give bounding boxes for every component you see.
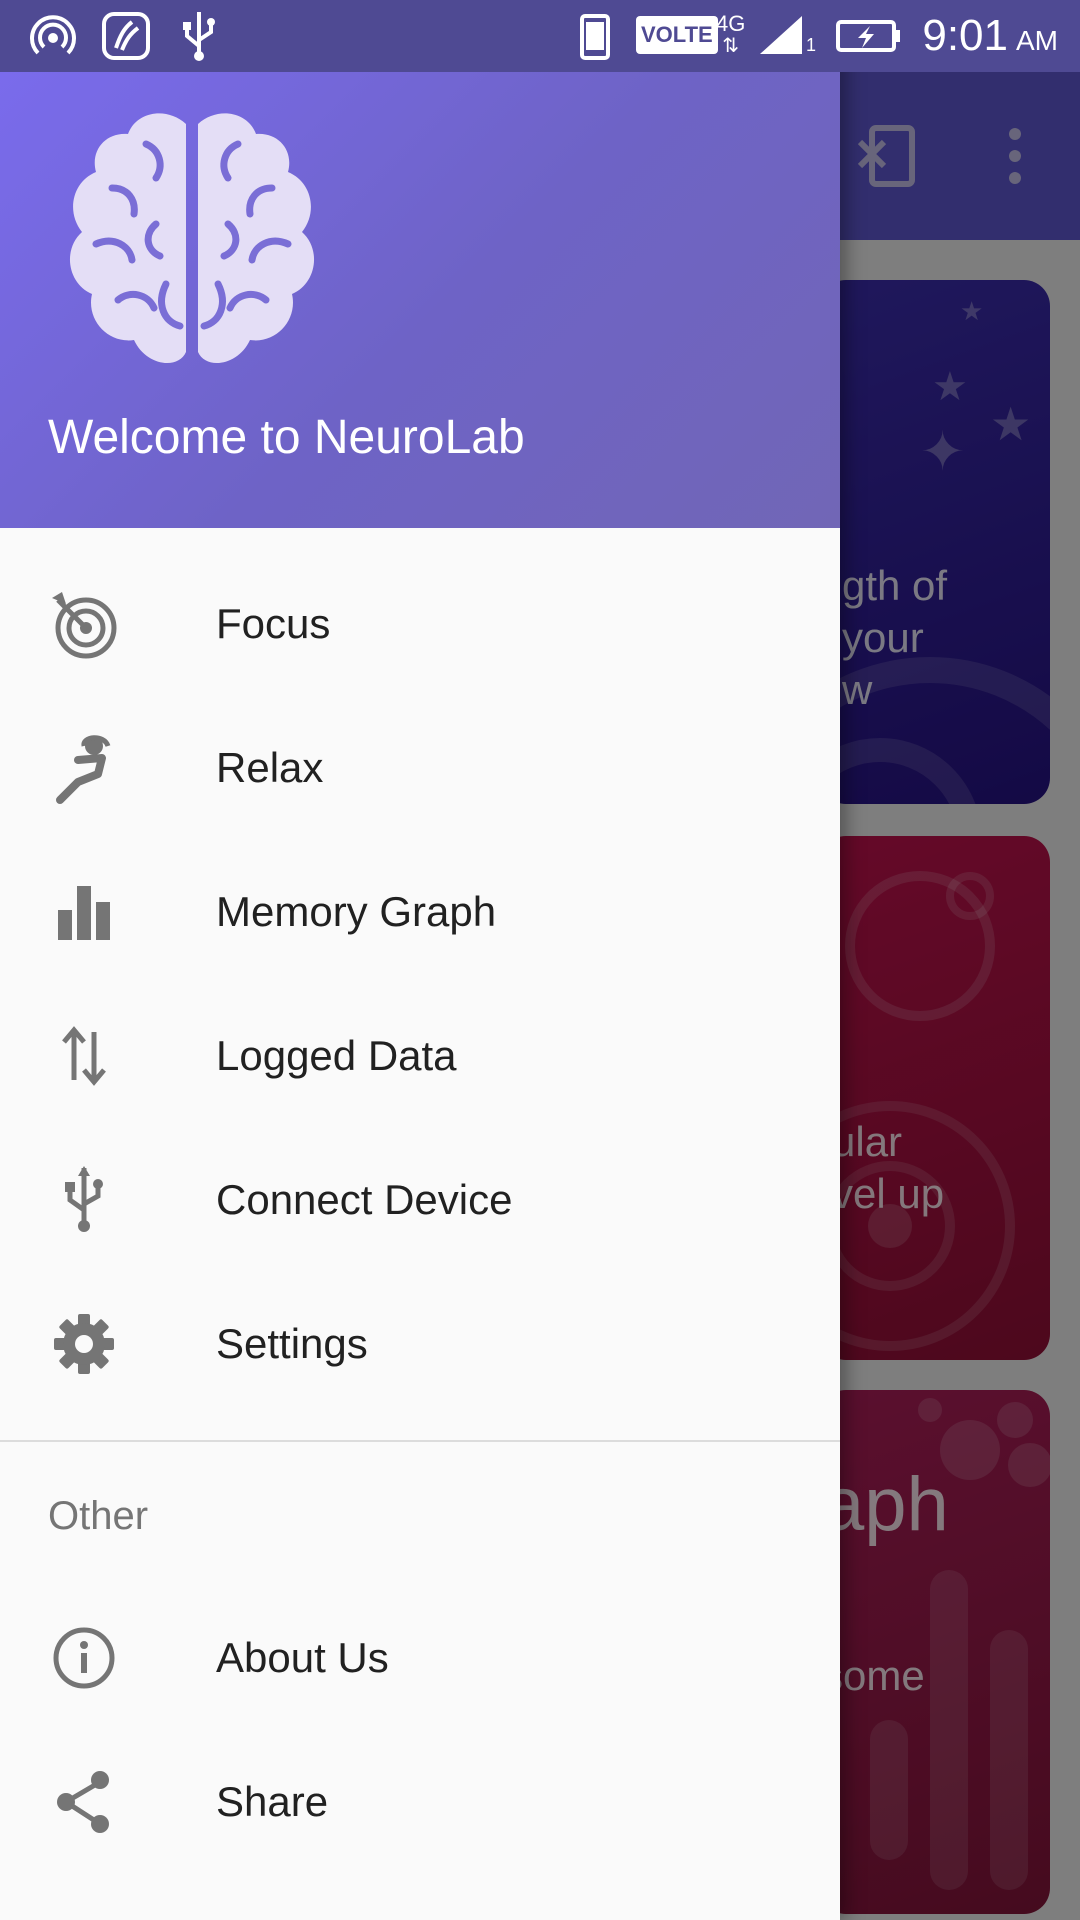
target-icon: [48, 588, 120, 660]
menu-item-label: Share: [216, 1778, 329, 1825]
menu-item-memory-graph[interactable]: Memory Graph: [0, 840, 840, 984]
menu-item-label: Memory Graph: [216, 888, 497, 935]
navigation-drawer: Welcome to NeuroLab Focus Relax Memory G…: [0, 0, 840, 1920]
menu-item-label: Relax: [216, 744, 324, 791]
menu-item-label: Logged Data: [216, 1032, 457, 1079]
signal-icon: [760, 16, 802, 54]
swap-vertical-icon: [48, 1020, 120, 1092]
drawer-welcome-title: Welcome to NeuroLab: [48, 411, 525, 464]
gear-icon: [48, 1308, 120, 1380]
sim-slot: 1: [806, 34, 817, 55]
menu-item-focus[interactable]: Focus: [0, 552, 840, 696]
clock-ampm: AM: [1016, 25, 1058, 56]
menu-item-label: About Us: [216, 1634, 389, 1681]
data-arrows-icon: ⇅: [722, 35, 740, 57]
clock-time: 9:01: [922, 11, 1008, 60]
menu-item-label: Settings: [216, 1320, 368, 1367]
menu-item-label: Focus: [216, 600, 331, 647]
menu-item-share[interactable]: Share: [0, 1730, 840, 1874]
menu-item-connect-device[interactable]: Connect Device: [0, 1128, 840, 1272]
usb-icon: [48, 1164, 120, 1236]
menu-item-logged-data[interactable]: Logged Data: [0, 984, 840, 1128]
usb-icon: [183, 12, 215, 61]
battery-charging-icon: [836, 20, 900, 52]
saavn-icon: [102, 12, 150, 60]
brain-icon: [69, 113, 315, 364]
drawer-divider: [0, 1440, 840, 1442]
share-icon: [48, 1766, 120, 1838]
menu-item-label: Connect Device: [216, 1176, 513, 1223]
menu-item-about-us[interactable]: About Us: [0, 1586, 840, 1730]
drawer-header: Welcome to NeuroLab: [0, 0, 840, 528]
network-type: 4G: [716, 11, 746, 36]
volte-text: VOLTE: [641, 22, 713, 47]
menu-item-settings[interactable]: Settings: [0, 1272, 840, 1416]
relax-icon: [48, 732, 120, 804]
bar-chart-icon: [48, 876, 120, 948]
volte-icon: VOLTE: [636, 16, 718, 54]
menu-item-relax[interactable]: Relax: [0, 696, 840, 840]
section-header-other: Other: [48, 1494, 149, 1538]
info-icon: [48, 1622, 120, 1694]
4g-icon: 4G ⇅: [716, 12, 745, 58]
phone-icon: [580, 14, 610, 60]
status-bar: VOLTE 4G ⇅ 1 9:01 AM: [0, 0, 1080, 72]
hotspot-icon: [30, 15, 76, 55]
clock: 9:01 AM: [922, 0, 1058, 72]
